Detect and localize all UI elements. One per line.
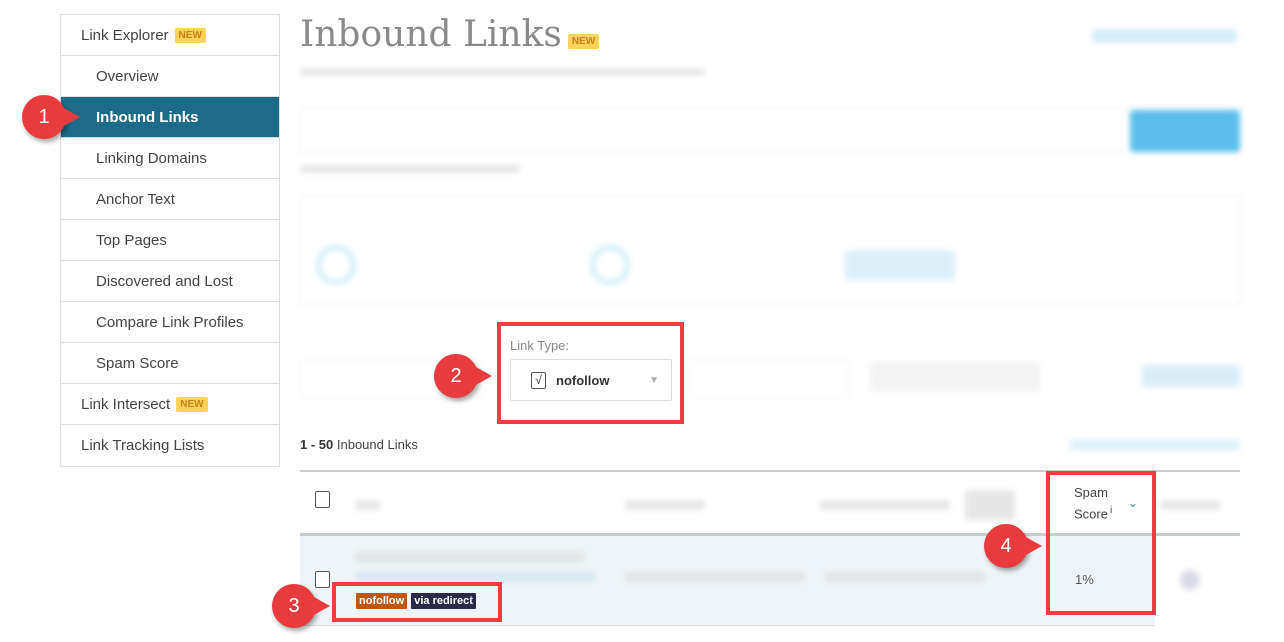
label: Link Intersect	[81, 395, 171, 413]
search-button[interactable]	[1130, 110, 1240, 152]
blurred-col-linking	[965, 490, 1015, 520]
label: Link Explorer	[81, 26, 169, 44]
highlight-box-link-type	[497, 322, 684, 424]
sidebar-item-discovered-lost[interactable]: Discovered and Lost	[61, 261, 279, 302]
annotation-marker-3: 3	[272, 584, 330, 628]
blurred-col-anchor	[625, 500, 705, 510]
blurred-subtitle	[300, 68, 705, 76]
annotation-marker-1: 1	[22, 95, 80, 139]
export-button[interactable]	[1142, 365, 1240, 387]
da-gauge-icon	[316, 245, 356, 285]
blurred-url	[355, 552, 585, 562]
sidebar-item-link-tracking-lists[interactable]: Link Tracking Lists	[61, 425, 279, 466]
blurred-col-more	[1160, 500, 1220, 510]
highlight-box-badges	[332, 582, 502, 622]
page-title: Inbound Links NEW	[300, 14, 600, 55]
sidebar-item-compare-link-profiles[interactable]: Compare Link Profiles	[61, 302, 279, 343]
blurred-checkboxes[interactable]	[870, 362, 1040, 392]
new-badge: NEW	[174, 27, 206, 43]
blurred-anchor	[625, 572, 805, 582]
annotation-marker-4: 4	[984, 524, 1042, 568]
blurred-note	[300, 165, 520, 173]
sidebar-item-link-explorer[interactable]: Link Explorer NEW	[61, 15, 279, 56]
row-action-icon[interactable]	[1180, 570, 1200, 590]
select-all-checkbox[interactable]	[315, 491, 330, 508]
sidebar-item-anchor-text[interactable]: Anchor Text	[61, 179, 279, 220]
blurred-metrics	[825, 572, 985, 582]
sidebar: Link Explorer NEW Overview Inbound Links …	[60, 14, 280, 467]
row-checkbox[interactable]	[315, 571, 330, 588]
pa-gauge-icon	[590, 245, 630, 285]
sidebar-item-linking-domains[interactable]: Linking Domains	[61, 138, 279, 179]
blurred-filter-3[interactable]	[690, 360, 850, 398]
range: 1 - 50	[300, 437, 334, 452]
sidebar-item-link-intersect[interactable]: Link Intersect NEW	[61, 384, 279, 425]
blurred-search-bar[interactable]	[300, 108, 1240, 154]
sidebar-item-overview[interactable]: Overview	[61, 56, 279, 97]
count-label: Inbound Links	[336, 437, 418, 452]
sidebar-item-top-pages[interactable]: Top Pages	[61, 220, 279, 261]
title-text: Inbound Links	[300, 14, 562, 55]
new-badge: NEW	[176, 396, 208, 412]
highlight-box-spam-score	[1046, 471, 1156, 615]
linking-domains-chart	[845, 250, 955, 280]
blurred-link	[1092, 30, 1237, 42]
sidebar-item-spam-score[interactable]: Spam Score	[61, 343, 279, 384]
sidebar-item-inbound-links[interactable]: Inbound Links	[61, 97, 279, 138]
annotation-marker-2: 2	[434, 354, 492, 398]
results-count: 1 - 50 Inbound Links	[300, 437, 418, 452]
blurred-url-link[interactable]	[355, 572, 595, 582]
blurred-col-metrics	[820, 500, 950, 510]
blurred-metrics-panel	[300, 195, 1240, 305]
add-to-list-link[interactable]	[1070, 440, 1240, 450]
blurred-col-url	[355, 500, 380, 510]
new-badge: NEW	[567, 34, 600, 49]
